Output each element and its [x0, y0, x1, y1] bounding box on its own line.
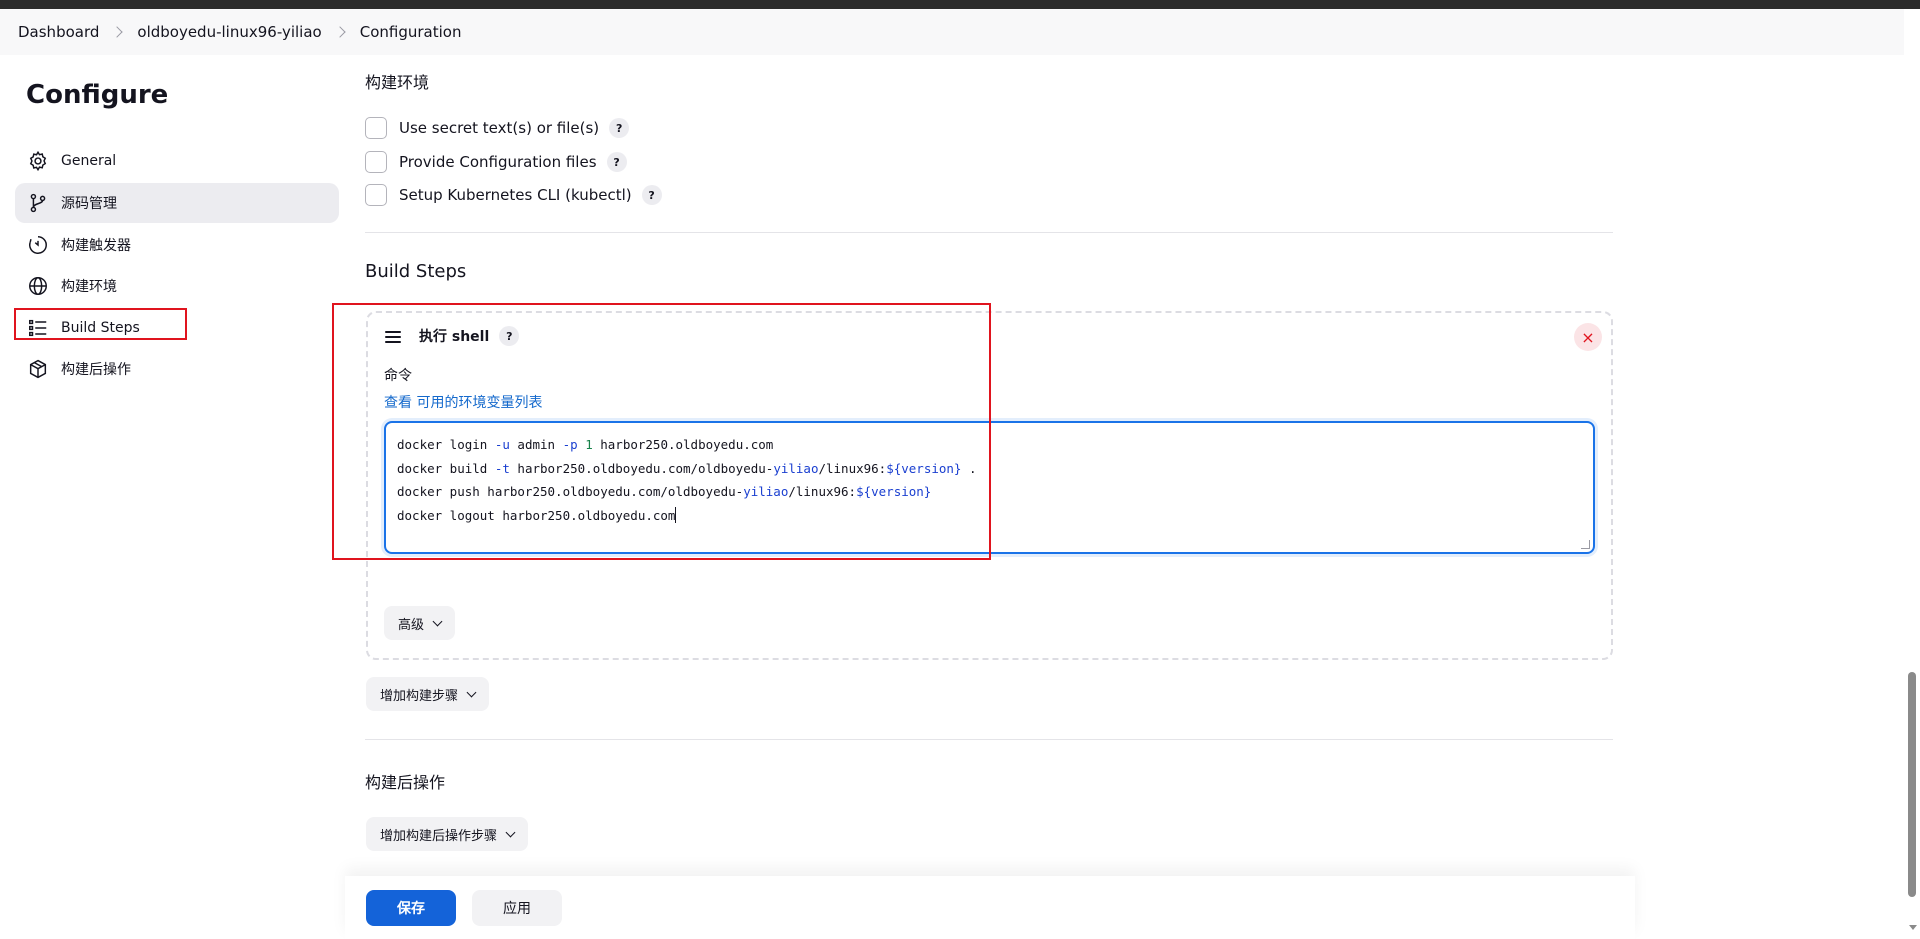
option-label: Provide Configuration files [399, 153, 597, 171]
chevron-right-icon [334, 26, 346, 38]
list-icon [29, 319, 47, 337]
sidebar-item-build-environment[interactable]: 构建环境 [15, 266, 339, 306]
command-line: docker login -u admin -p 1 harbor250.old… [397, 437, 774, 452]
step-title-text: 执行 shell [419, 329, 490, 345]
page-title: Configure [26, 80, 169, 110]
help-icon[interactable]: ? [609, 118, 630, 138]
env-vars-link[interactable]: 可用的环境变量列表 [416, 395, 542, 411]
apply-button[interactable]: 应用 [472, 890, 562, 926]
text-caret [675, 506, 677, 523]
sidebar-item-label: General [61, 153, 117, 169]
command-textarea[interactable]: docker login -u admin -p 1 harbor250.old… [384, 421, 1595, 554]
option-config-files: Provide Configuration files ? [365, 151, 627, 173]
divider [365, 739, 1613, 740]
sidebar-item-source-control[interactable]: 源码管理 [15, 183, 339, 223]
option-kubectl: Setup Kubernetes CLI (kubectl) ? [365, 184, 662, 206]
command-line: docker build -t harbor250.oldboyedu.com/… [397, 460, 977, 476]
sidebar-item-label: 构建环境 [61, 279, 117, 295]
breadcrumb-job[interactable]: oldboyedu-linux96-yiliao [137, 23, 321, 41]
scroll-down-icon[interactable] [1909, 925, 1917, 930]
sidebar-item-label: Build Steps [61, 320, 140, 336]
breadcrumb: Dashboard oldboyedu-linux96-yiliao Confi… [0, 9, 1904, 55]
section-title-post-build: 构建后操作 [365, 773, 446, 792]
branch-icon [30, 193, 46, 213]
use-secret-checkbox[interactable] [365, 117, 387, 139]
drag-handle-icon[interactable] [385, 331, 401, 343]
resize-handle-icon[interactable] [1581, 540, 1590, 549]
add-post-build-label: 增加构建后操作步骤 [380, 828, 498, 844]
advanced-button[interactable]: 高级 [384, 606, 456, 640]
sidebar-item-build-triggers[interactable]: 构建触发器 [15, 225, 339, 265]
package-icon [29, 359, 47, 379]
chevron-right-icon [111, 26, 124, 38]
sidebar-item-label: 构建后操作 [61, 362, 131, 378]
globe-icon [29, 277, 47, 295]
chevron-down-icon [505, 827, 516, 837]
sidebar-item-label: 构建触发器 [61, 238, 131, 254]
config-files-checkbox[interactable] [365, 151, 387, 173]
help-icon[interactable]: ? [606, 152, 627, 172]
env-vars-prefix: 查看 [384, 395, 412, 411]
scrollbar-thumb[interactable] [1908, 672, 1916, 897]
save-button[interactable]: 保存 [366, 890, 456, 926]
option-use-secret: Use secret text(s) or file(s) ? [365, 117, 630, 139]
sidebar-item-general[interactable]: General [15, 141, 339, 181]
chevron-down-icon [466, 687, 477, 697]
command-line: docker push harbor250.oldboyedu.com/oldb… [397, 484, 932, 499]
divider [365, 232, 1613, 233]
sidebar-item-label: 源码管理 [61, 196, 117, 212]
option-label: Use secret text(s) or file(s) [399, 119, 600, 137]
step-title: 执行 shell ? [419, 326, 520, 346]
help-icon[interactable]: ? [641, 185, 662, 205]
add-build-step-button[interactable]: 增加构建步骤 [366, 677, 490, 711]
gear-icon [29, 150, 47, 172]
close-icon[interactable]: × [1574, 323, 1602, 351]
sidebar-item-build-steps[interactable]: Build Steps [15, 308, 339, 348]
help-icon[interactable]: ? [499, 326, 520, 346]
env-vars-line: 查看 可用的环境变量列表 [384, 392, 542, 412]
sidebar-item-post-build[interactable]: 构建后操作 [15, 349, 339, 389]
breadcrumb-dashboard[interactable]: Dashboard [18, 23, 99, 41]
breadcrumb-configuration[interactable]: Configuration [360, 23, 462, 41]
advanced-label: 高级 [398, 617, 425, 633]
chevron-down-icon [432, 616, 443, 626]
add-build-step-label: 增加构建步骤 [380, 688, 459, 704]
command-line: docker logout harbor250.oldboyedu.com [397, 506, 677, 523]
section-title-build-steps: Build Steps [365, 261, 467, 282]
option-label: Setup Kubernetes CLI (kubectl) [399, 186, 632, 204]
timer-icon [29, 236, 47, 254]
section-title-build-environment: 构建环境 [365, 73, 430, 92]
browser-top-bar [0, 0, 1920, 9]
add-post-build-button[interactable]: 增加构建后操作步骤 [366, 817, 529, 851]
kubectl-checkbox[interactable] [365, 184, 387, 206]
command-label: 命令 [384, 368, 412, 384]
